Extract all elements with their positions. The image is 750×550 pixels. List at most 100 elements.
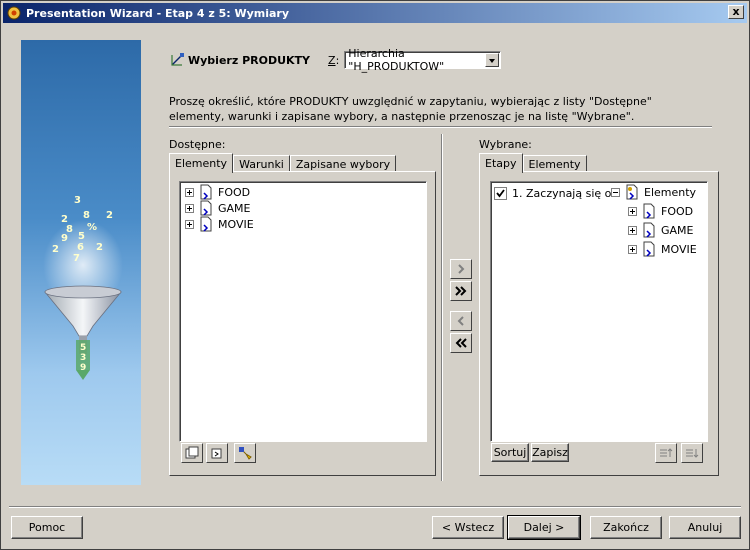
tab-elementy[interactable]: Elementy [169, 153, 234, 173]
tree-child-game[interactable]: GAME [628, 222, 694, 238]
move-all-left-button[interactable] [450, 333, 472, 353]
available-tabs: Elementy Warunki Zapisane wybory [169, 152, 397, 173]
tree-item-food[interactable]: FOOD [185, 184, 250, 200]
available-tree[interactable]: FOOD GAME MOVIE [179, 181, 427, 442]
available-label: Dostępne: [169, 138, 226, 151]
select-family-icon [211, 448, 222, 459]
member-group-icon [626, 184, 638, 200]
hierarchy-icon [171, 53, 184, 66]
sort-button[interactable]: Sortuj [491, 443, 529, 462]
hierarchy-label: Z: [328, 53, 340, 67]
expand-icon[interactable] [628, 244, 637, 254]
choose-row: Wybierz PRODUKTY Z: Hierarchia "H_PRODUK… [169, 47, 502, 73]
cancel-button[interactable]: Anuluj [669, 516, 741, 539]
tree-root-label: Elementy [644, 185, 697, 199]
select-family-button[interactable] [206, 443, 228, 463]
chevron-left-icon [457, 316, 464, 326]
select-members-icon [185, 446, 199, 459]
tree-item-movie[interactable]: MOVIE [185, 216, 254, 232]
funnel-digit: 3 [74, 195, 81, 206]
window-title: Presentation Wizard - Etap 4 z 5: Wymiar… [26, 6, 290, 20]
app-icon [7, 6, 21, 20]
divider [169, 126, 712, 128]
move-left-button[interactable] [450, 311, 472, 331]
help-button[interactable]: Pomoc [11, 516, 83, 539]
double-chevron-right-icon [455, 286, 467, 296]
move-right-button[interactable] [450, 259, 472, 279]
instruction-text: Proszę określić, które PRODUKTY uwzględn… [169, 95, 652, 123]
expand-icon[interactable] [185, 203, 194, 213]
back-button[interactable]: < Wstecz [432, 516, 504, 539]
expand-icon[interactable] [185, 219, 194, 229]
selected-tree[interactable]: 1. Zaczynają się od Elementy FOOD GAME M… [490, 181, 708, 442]
vertical-divider [441, 134, 443, 481]
funnel-icon: 3 8 2 2 8 % 5 6 9 2 2 7 5 3 9 [43, 195, 123, 380]
tree-item-label: FOOD [661, 204, 694, 218]
move-down-icon [686, 449, 699, 458]
step-item[interactable]: 1. Zaczynają się od [494, 185, 618, 201]
tree-root-elementy[interactable]: Elementy [611, 184, 696, 200]
footer-divider [9, 506, 741, 508]
hierarchy-select[interactable]: Hierarchia "H_PRODUKTOW" [344, 47, 502, 73]
title-bar[interactable]: Presentation Wizard - Etap 4 z 5: Wymiar… [3, 3, 747, 23]
move-up-icon [660, 448, 673, 457]
double-chevron-left-icon [455, 338, 467, 348]
step-checkbox[interactable] [494, 186, 507, 200]
move-down-button[interactable] [681, 443, 703, 463]
funnel-digit: 2 [96, 242, 103, 253]
finish-button[interactable]: Zakończ [590, 516, 662, 539]
funnel-digit: 6 [77, 242, 84, 253]
move-all-right-button[interactable] [450, 281, 472, 301]
wizard-side-image: 3 8 2 2 8 % 5 6 9 2 2 7 5 3 9 [21, 40, 141, 485]
tree-child-food[interactable]: FOOD [628, 203, 693, 219]
collapse-icon[interactable] [611, 187, 620, 197]
selected-label: Wybrane: [479, 138, 532, 151]
move-up-button[interactable] [655, 443, 677, 463]
selected-tabs: Etapy Elementy [479, 152, 587, 173]
tree-item-label: MOVIE [661, 242, 697, 256]
funnel-digit: 2 [52, 244, 59, 255]
tree-item-label: GAME [218, 201, 251, 215]
tab-elementy-selected[interactable]: Elementy [522, 155, 587, 172]
expand-icon[interactable] [628, 225, 637, 235]
funnel-digit: 8 [83, 210, 90, 221]
funnel-digit: 7 [73, 253, 80, 264]
flashlight-icon [239, 447, 252, 460]
tree-item-label: GAME [661, 223, 694, 237]
dimension-member-icon [200, 216, 212, 232]
tab-etapy[interactable]: Etapy [479, 153, 523, 173]
choose-title: Wybierz PRODUKTY [188, 53, 311, 67]
close-button[interactable]: x [728, 5, 744, 19]
chevron-right-icon [458, 264, 465, 274]
chevron-down-icon[interactable] [485, 53, 500, 67]
find-button[interactable] [234, 443, 256, 463]
hierarchy-select-value: Hierarchia "H_PRODUKTOW" [348, 47, 445, 73]
next-button[interactable]: Dalej > [507, 515, 581, 540]
tree-child-movie[interactable]: MOVIE [628, 241, 697, 257]
funnel-digit: 3 [80, 353, 86, 363]
expand-icon[interactable] [185, 187, 194, 197]
dimension-member-icon [200, 200, 212, 216]
funnel-digit: 9 [61, 233, 68, 244]
tab-warunki[interactable]: Warunki [233, 155, 290, 172]
funnel-output-digits: 5 3 9 [80, 343, 86, 373]
dimension-member-icon [643, 222, 655, 238]
funnel-digit: % [87, 222, 97, 233]
dimension-member-icon [643, 241, 655, 257]
close-icon: x [732, 5, 740, 18]
funnel-digit: 9 [80, 363, 86, 373]
save-selection-button[interactable]: Zapisz [531, 443, 569, 462]
dimension-member-icon [643, 203, 655, 219]
dimension-member-icon [200, 184, 212, 200]
funnel-digit: 5 [80, 343, 86, 353]
step-label: 1. Zaczynają się od [512, 186, 619, 200]
expand-icon[interactable] [628, 206, 637, 216]
checkmark-icon [496, 188, 505, 197]
tree-item-label: MOVIE [218, 217, 254, 231]
funnel-digit: 5 [78, 231, 85, 242]
tree-item-game[interactable]: GAME [185, 200, 251, 216]
select-members-button[interactable] [181, 443, 203, 463]
wizard-window: Presentation Wizard - Etap 4 z 5: Wymiar… [0, 0, 750, 550]
tree-item-label: FOOD [218, 185, 251, 199]
tab-zapisane-wybory[interactable]: Zapisane wybory [289, 155, 397, 172]
